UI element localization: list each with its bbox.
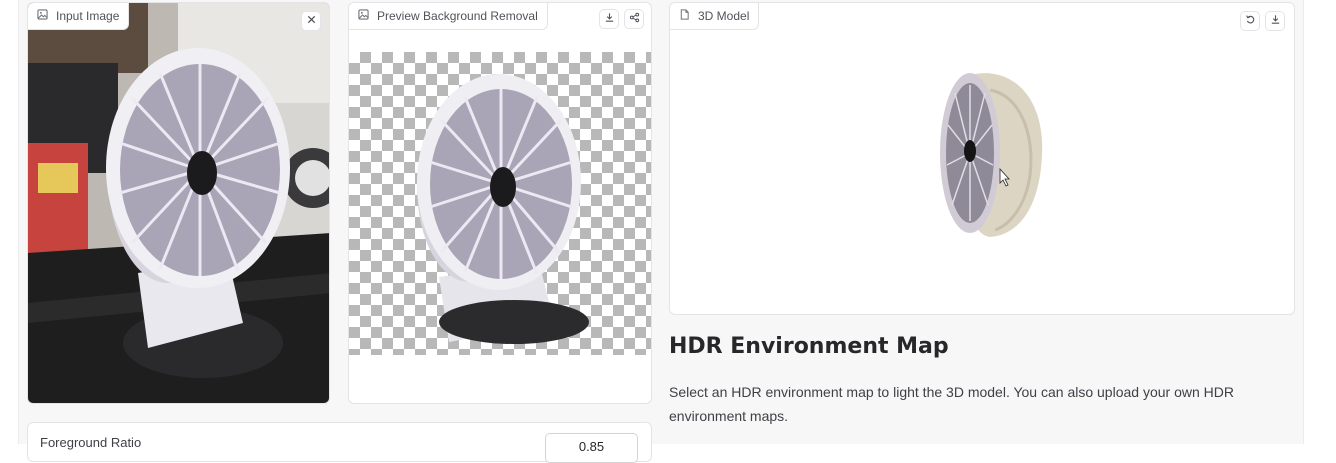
download-preview-button[interactable] <box>599 9 619 29</box>
share-icon <box>629 10 640 28</box>
clear-image-button[interactable] <box>301 11 321 31</box>
hdr-section-description: Select an HDR environment map to light t… <box>669 384 1234 424</box>
input-image-label: Input Image <box>28 3 130 30</box>
close-icon <box>306 12 317 30</box>
input-photo <box>28 3 329 403</box>
3d-model-panel[interactable]: 3D Model <box>669 2 1295 315</box>
hdr-section-title: HDR Environment Map <box>669 334 949 359</box>
download-icon <box>1270 12 1281 30</box>
undo-icon <box>1245 12 1256 30</box>
foreground-ratio-input[interactable]: 0.85 <box>545 433 638 463</box>
3d-model-label: 3D Model <box>670 3 760 30</box>
preview-label: Preview Background Removal <box>349 3 548 30</box>
download-icon <box>604 10 615 28</box>
preview-label-text: Preview Background Removal <box>377 9 538 23</box>
foreground-ratio-label: Foreground Ratio <box>40 435 142 450</box>
3d-model-viewer[interactable] <box>930 65 1060 245</box>
image-icon <box>358 9 369 23</box>
3d-model-label-text: 3D Model <box>698 9 750 23</box>
image-icon <box>37 9 48 23</box>
preview-background-removal-panel: Preview Background Removal <box>348 2 652 404</box>
download-model-button[interactable] <box>1265 11 1285 31</box>
input-image-panel[interactable]: Input Image <box>27 2 330 404</box>
fan-photo-illustration <box>28 3 329 403</box>
fan-cutout-illustration <box>417 74 589 344</box>
foreground-ratio-panel: Foreground Ratio 0.85 <box>27 422 652 463</box>
input-image-label-text: Input Image <box>56 9 120 23</box>
reset-view-button[interactable] <box>1240 11 1260 31</box>
file-icon <box>679 9 690 23</box>
share-preview-button[interactable] <box>624 9 644 29</box>
transparent-background <box>349 52 651 355</box>
